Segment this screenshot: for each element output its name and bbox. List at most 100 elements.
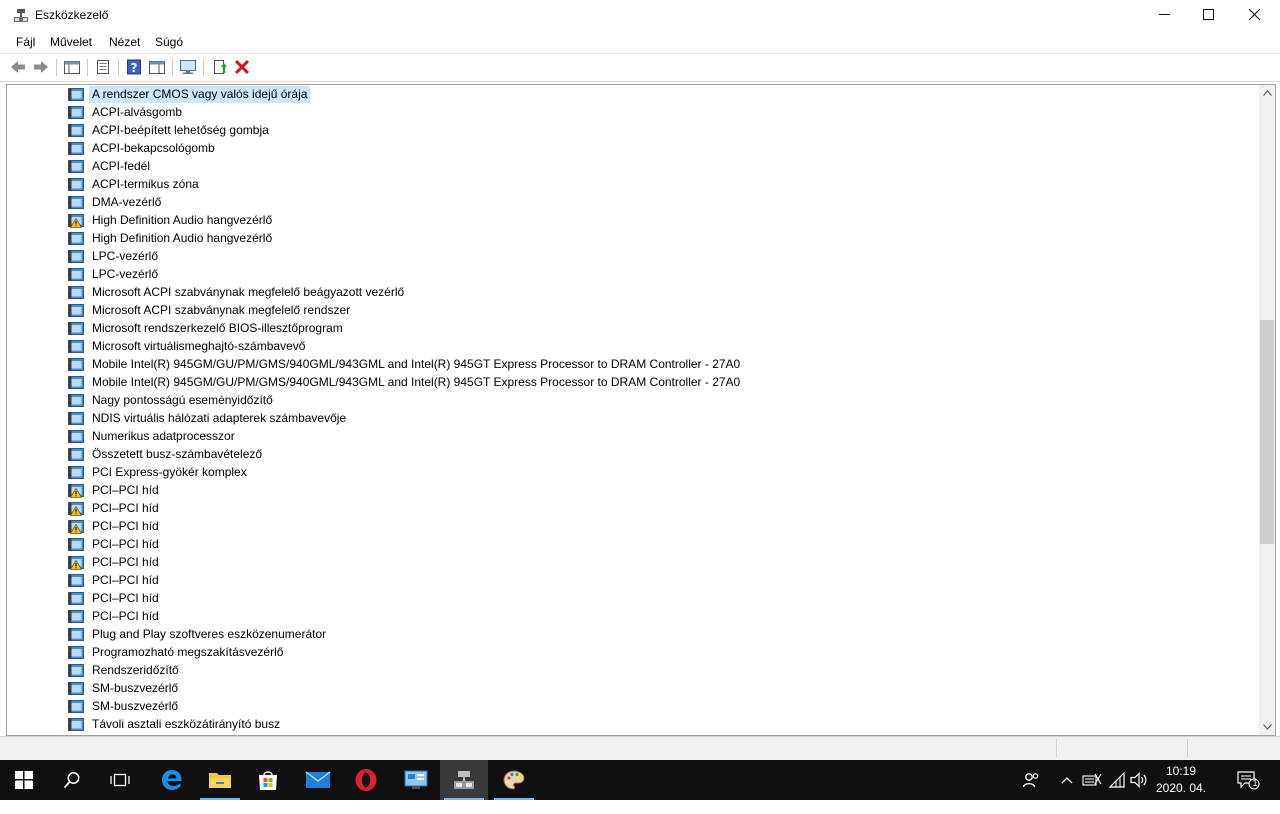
device-row[interactable]: PCI–PCI híd bbox=[67, 589, 162, 607]
device-row[interactable]: PCI–PCI híd bbox=[67, 481, 162, 499]
start-icon bbox=[15, 771, 33, 789]
taskbar-opera[interactable] bbox=[342, 760, 390, 800]
device-row[interactable]: PCI–PCI híd bbox=[67, 553, 162, 571]
status-pane bbox=[1056, 739, 1187, 757]
device-label: Rendszeridőzítő bbox=[92, 662, 179, 677]
system-device-icon bbox=[67, 284, 85, 300]
menu-action[interactable]: Művelet bbox=[50, 35, 92, 49]
device-row[interactable]: Programozható megszakításvezérlő bbox=[67, 643, 286, 661]
system-device-icon bbox=[67, 194, 85, 210]
uninstall-device-button[interactable] bbox=[233, 58, 251, 76]
device-row[interactable]: PCI–PCI híd bbox=[67, 571, 162, 589]
system-device-icon bbox=[67, 536, 85, 552]
menu-file[interactable]: Fájl bbox=[16, 35, 35, 49]
device-row[interactable]: High Definition Audio hangvezérlő bbox=[67, 229, 275, 247]
device-row[interactable]: ACPI-bekapcsológomb bbox=[67, 139, 218, 157]
start-button[interactable] bbox=[0, 760, 48, 800]
device-row[interactable]: PCI–PCI híd bbox=[67, 535, 162, 553]
device-row[interactable]: Nagy pontosságú eseményidőzítő bbox=[67, 391, 276, 409]
system-device-warning-icon bbox=[67, 554, 85, 570]
taskbar-paint[interactable] bbox=[490, 760, 538, 800]
search-button[interactable] bbox=[48, 760, 96, 800]
task-view-button[interactable] bbox=[96, 760, 144, 800]
device-row[interactable]: DMA-vezérlő bbox=[67, 193, 164, 211]
device-row[interactable]: Microsoft rendszerkezelő BIOS-illesztőpr… bbox=[67, 319, 346, 337]
device-row[interactable]: SM-buszvezérlő bbox=[67, 697, 181, 715]
taskbar-file-explorer[interactable] bbox=[196, 760, 244, 800]
device-row[interactable]: Plug and Play szoftveres eszközenumeráto… bbox=[67, 625, 329, 643]
device-row[interactable]: Rendszeridőzítő bbox=[67, 661, 182, 679]
scroll-up-button[interactable] bbox=[1259, 85, 1275, 101]
taskbar-store[interactable] bbox=[244, 760, 292, 800]
device-row[interactable]: PCI–PCI híd bbox=[67, 607, 162, 625]
device-label: High Definition Audio hangvezérlő bbox=[92, 212, 273, 227]
device-label: PCI–PCI híd bbox=[92, 482, 159, 497]
device-row[interactable]: LPC-vezérlő bbox=[67, 265, 161, 283]
properties-button[interactable] bbox=[94, 58, 112, 76]
device-row[interactable]: Összetett busz-számbavételező bbox=[67, 445, 265, 463]
action-pane-button[interactable] bbox=[148, 58, 166, 76]
minimize-button[interactable] bbox=[1141, 0, 1187, 31]
device-row[interactable]: LPC-vezérlő bbox=[67, 247, 161, 265]
device-row[interactable]: A rendszer CMOS vagy valós idejű órája bbox=[67, 85, 311, 103]
back-button[interactable] bbox=[9, 58, 27, 76]
device-row[interactable]: Microsoft ACPI szabványnak megfelelő ren… bbox=[67, 301, 353, 319]
device-tree[interactable]: A rendszer CMOS vagy valós idejű órája AC… bbox=[6, 84, 1276, 736]
forward-button[interactable] bbox=[32, 58, 50, 76]
scan-hardware-button[interactable] bbox=[179, 58, 197, 76]
maximize-button[interactable] bbox=[1185, 0, 1231, 31]
vertical-scrollbar[interactable] bbox=[1259, 85, 1275, 735]
device-label: Microsoft ACPI szabványnak megfelelő ren… bbox=[92, 302, 351, 317]
device-row[interactable]: High Definition Audio hangvezérlő bbox=[67, 211, 275, 229]
help-button[interactable]: ? bbox=[125, 58, 143, 76]
taskbar-device-manager[interactable] bbox=[440, 760, 488, 800]
device-label: Microsoft ACPI szabványnak megfelelő beá… bbox=[92, 284, 405, 299]
taskbar: 10:19 2020. 04. 12. 1 bbox=[0, 760, 1280, 812]
title-bar: Eszközkezelő bbox=[0, 0, 1280, 31]
system-device-icon bbox=[67, 338, 85, 354]
taskbar-control-panel[interactable] bbox=[392, 760, 440, 800]
scroll-thumb[interactable] bbox=[1260, 320, 1274, 544]
menu-view[interactable]: Nézet bbox=[109, 35, 140, 49]
system-device-icon bbox=[67, 392, 85, 408]
input-indicator[interactable] bbox=[1082, 770, 1102, 790]
network-button[interactable] bbox=[1107, 770, 1127, 790]
device-row[interactable]: PCI–PCI híd bbox=[67, 517, 162, 535]
system-device-icon bbox=[67, 698, 85, 714]
device-manager-icon[interactable] bbox=[13, 8, 29, 23]
device-row[interactable]: ACPI-fedél bbox=[67, 157, 153, 175]
device-label: Microsoft virtuálismeghajtó-számbavevő bbox=[92, 338, 306, 353]
show-hidden-icons-button[interactable] bbox=[1057, 770, 1077, 790]
update-driver-button[interactable] bbox=[211, 58, 229, 76]
device-row[interactable]: Microsoft virtuálismeghajtó-számbavevő bbox=[67, 337, 308, 355]
device-row[interactable]: Numerikus adatprocesszor bbox=[67, 427, 238, 445]
device-label: PCI–PCI híd bbox=[92, 572, 159, 587]
device-row[interactable]: Mobile Intel(R) 945GM/GU/PM/GMS/940GML/9… bbox=[67, 355, 743, 373]
device-row[interactable]: NDIS virtuális hálózati adapterek számba… bbox=[67, 409, 349, 427]
device-label: A rendszer CMOS vagy valós idejű órája bbox=[89, 85, 311, 103]
device-label: Programozható megszakításvezérlő bbox=[92, 644, 284, 659]
device-row[interactable]: PCI–PCI híd bbox=[67, 499, 162, 517]
device-row[interactable]: ACPI-beépített lehetőség gombja bbox=[67, 121, 272, 139]
clock[interactable]: 10:19 2020. 04. 12. bbox=[1146, 763, 1216, 814]
store-icon bbox=[259, 771, 277, 790]
show-hide-tree-button[interactable] bbox=[63, 58, 81, 76]
scroll-down-button[interactable] bbox=[1259, 719, 1275, 735]
device-label: PCI–PCI híd bbox=[92, 590, 159, 605]
device-row[interactable]: Mobile Intel(R) 945GM/GU/PM/GMS/940GML/9… bbox=[67, 373, 743, 391]
device-row[interactable]: Távoli asztali eszközátirányító busz bbox=[67, 715, 283, 733]
action-center-button[interactable]: 1 bbox=[1237, 770, 1261, 790]
device-row[interactable]: ACPI-termikus zóna bbox=[67, 175, 202, 193]
system-device-icon bbox=[67, 320, 85, 336]
people-button[interactable] bbox=[1021, 770, 1041, 790]
device-row[interactable]: ACPI-alvásgomb bbox=[67, 103, 185, 121]
status-bar bbox=[0, 736, 1280, 760]
device-row[interactable]: Microsoft ACPI szabványnak megfelelő beá… bbox=[67, 283, 407, 301]
close-button[interactable] bbox=[1231, 0, 1277, 31]
device-row[interactable]: SM-buszvezérlő bbox=[67, 679, 181, 697]
system-device-warning-icon bbox=[67, 518, 85, 534]
taskbar-mail[interactable] bbox=[294, 760, 342, 800]
device-row[interactable]: PCI Express-gyökér komplex bbox=[67, 463, 250, 481]
taskbar-edge[interactable] bbox=[148, 760, 196, 800]
menu-help[interactable]: Súgó bbox=[155, 35, 183, 49]
